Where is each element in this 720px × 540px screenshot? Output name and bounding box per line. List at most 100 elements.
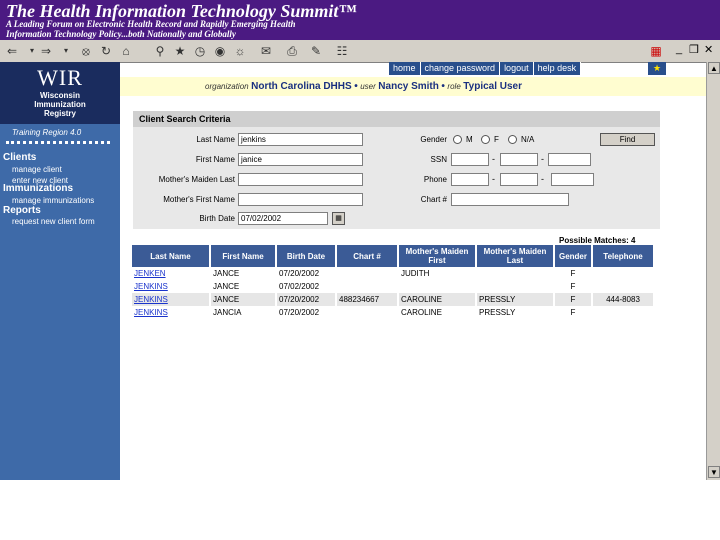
possible-matches: Possible Matches: 4 — [559, 236, 636, 245]
gender-cell: F — [570, 282, 576, 291]
last-name-input[interactable]: jenkins — [238, 133, 363, 146]
mothers-maiden-last-input[interactable] — [238, 173, 363, 186]
org-value: North Carolina DHHS — [251, 81, 352, 92]
favorites-icon[interactable]: ★ — [172, 43, 188, 59]
mothers-maiden-first-cell: CAROLINE — [401, 308, 442, 317]
client-link[interactable]: JENKEN — [134, 269, 166, 278]
last-name-cell[interactable]: JENKINS — [132, 306, 209, 319]
user-info-row: organization North Carolina DHHS • user … — [205, 81, 522, 92]
first-name-cell: JANCE — [213, 269, 240, 278]
minimize-button[interactable]: _ — [676, 43, 682, 55]
media-icon[interactable]: ◉ — [212, 43, 228, 59]
col-gender[interactable]: Gender — [555, 245, 591, 267]
last-name-label: Last Name — [196, 135, 235, 144]
gender-cell: F — [570, 308, 576, 317]
nav-help-desk[interactable]: help desk — [534, 62, 582, 75]
find-button[interactable]: Find — [600, 133, 655, 146]
client-link[interactable]: JENKINS — [134, 308, 168, 317]
banner-subtitle: A Leading Forum on Electronic Health Rec… — [6, 19, 296, 39]
last-name-cell[interactable]: JENKEN — [132, 267, 209, 280]
chart-number-cell — [337, 280, 397, 293]
col-last-name[interactable]: Last Name — [132, 245, 209, 267]
first-name-cell: JANCE — [211, 293, 275, 306]
col-mothers-maiden-last[interactable]: Mother's Maiden Last — [477, 245, 553, 267]
sidebar: WIR Wisconsin Immunization Registry Trai… — [0, 62, 120, 480]
ssn-input-3[interactable] — [548, 153, 591, 166]
refresh-icon[interactable]: ↻ — [98, 43, 114, 59]
telephone-cell — [593, 280, 653, 293]
col-chart-number[interactable]: Chart # — [337, 245, 397, 267]
chart-number-cell — [337, 267, 397, 280]
role-value: Typical User — [463, 81, 523, 92]
logo-line-2: Immunization — [34, 100, 86, 109]
col-mothers-maiden-first[interactable]: Mother's Maiden First — [399, 245, 475, 267]
last-name-cell[interactable]: JENKINS — [132, 280, 209, 293]
birth-date-cell: 07/20/2002 — [277, 293, 335, 306]
training-region: Training Region 4.0 — [12, 128, 82, 137]
first-name-input[interactable]: janice — [238, 153, 363, 166]
gender-radio-m[interactable] — [453, 135, 462, 144]
ssn-input-2[interactable] — [500, 153, 538, 166]
edit-icon[interactable]: ✎ — [308, 43, 324, 59]
col-birth-date[interactable]: Birth Date — [277, 245, 335, 267]
gender-radio-f[interactable] — [481, 135, 490, 144]
client-link[interactable]: JENKINS — [134, 295, 168, 304]
phone-input-3[interactable] — [551, 173, 594, 186]
nav-home[interactable]: home — [389, 62, 421, 75]
col-first-name[interactable]: First Name — [211, 245, 275, 267]
first-name-cell: JANCE — [213, 282, 240, 291]
stop-icon[interactable]: ⦻ — [78, 43, 94, 59]
sidebar-item-request-new-client-form[interactable]: request new client form — [12, 217, 95, 226]
chart-number-input[interactable] — [451, 193, 569, 206]
ssn-dash: - — [541, 154, 544, 164]
print-icon[interactable]: ⎙ — [284, 43, 300, 59]
phone-input-2[interactable] — [500, 173, 538, 186]
back-icon[interactable]: ⇐ — [4, 43, 20, 59]
sidebar-header-immunizations: Immunizations — [3, 183, 74, 194]
chevron-down-icon[interactable]: ▾ — [58, 43, 74, 59]
telephone-cell — [593, 306, 653, 319]
lightbulb-icon[interactable]: ★ — [648, 62, 666, 75]
sidebar-item-manage-immunizations[interactable]: manage immunizations — [12, 196, 94, 205]
history-icon[interactable]: ◷ — [192, 43, 208, 59]
scroll-down-icon[interactable]: ▼ — [708, 466, 720, 478]
chart-number-label: Chart # — [420, 195, 447, 204]
mothers-first-name-label: Mother's First Name — [163, 195, 235, 204]
logo-line-3: Registry — [43, 109, 76, 118]
chart-number-cell — [337, 306, 397, 319]
mothers-maiden-last-cell: PRESSLY — [479, 308, 516, 317]
col-telephone[interactable]: Telephone — [593, 245, 653, 267]
home-icon[interactable]: ⌂ — [118, 43, 134, 59]
scroll-up-icon[interactable]: ▲ — [708, 62, 720, 74]
close-button[interactable]: ✕ — [704, 43, 713, 56]
vertical-scrollbar[interactable]: ▲ ▼ — [706, 62, 720, 480]
gender-radio-na[interactable] — [508, 135, 517, 144]
phone-label: Phone — [423, 175, 447, 184]
phone-input-1[interactable] — [451, 173, 489, 186]
birth-date-cell: 07/20/2002 — [279, 269, 320, 278]
nav-logout[interactable]: logout — [500, 62, 534, 75]
forward-icon[interactable]: ⇒ — [38, 43, 54, 59]
last-name-cell[interactable]: JENKINS — [132, 293, 209, 306]
mail-icon[interactable]: ✉ — [258, 43, 274, 59]
calendar-icon[interactable]: ▦ — [332, 212, 345, 225]
sidebar-item-manage-client[interactable]: manage client — [12, 165, 62, 174]
banner-subtitle-line-1: A Leading Forum on Electronic Health Rec… — [6, 19, 296, 29]
mothers-maiden-last-label: Mother's Maiden Last — [158, 175, 235, 184]
wir-logo: WIR Wisconsin Immunization Registry — [0, 62, 120, 124]
table-row: JENKINS JANCE 07/02/2002 F — [132, 280, 653, 293]
nav-change-password[interactable]: change password — [421, 62, 501, 75]
discuss-icon[interactable]: ☷ — [334, 43, 350, 59]
client-link[interactable]: JENKINS — [134, 282, 168, 291]
mothers-first-name-input[interactable] — [238, 193, 363, 206]
results-header-row: Last Name First Name Birth Date Chart # … — [132, 245, 653, 267]
internet-icon[interactable]: ☼ — [232, 43, 248, 59]
ssn-input-1[interactable] — [451, 153, 489, 166]
mothers-maiden-first-cell — [399, 280, 475, 293]
banner-subtitle-line-2: Information Technology Policy...both Nat… — [6, 29, 236, 39]
search-icon[interactable]: ⚲ — [152, 43, 168, 59]
restore-button[interactable]: ❒ — [689, 43, 699, 56]
results-table: Last Name First Name Birth Date Chart # … — [130, 245, 655, 319]
birth-date-input[interactable]: 07/02/2002 — [238, 212, 328, 225]
user-value: Nancy Smith — [378, 81, 439, 92]
